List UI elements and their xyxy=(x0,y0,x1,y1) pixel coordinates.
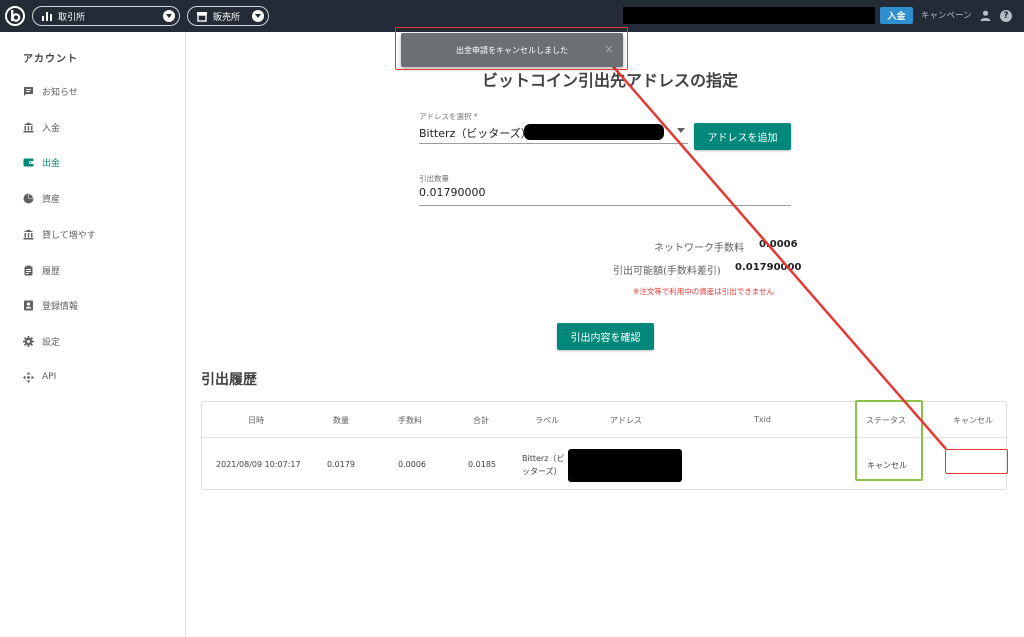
available-amount-label: 引出可能額(手数料差引) xyxy=(613,266,721,277)
annotation-status-highlight xyxy=(855,400,923,481)
chevron-down-icon xyxy=(252,10,264,22)
address-select-underline xyxy=(419,143,688,144)
row-datetime: 2021/08/09 10:07:17 xyxy=(216,460,301,469)
amount-input-underline xyxy=(419,205,791,206)
pie-chart-icon xyxy=(23,193,34,203)
column-header-cancel: キャンセル xyxy=(953,416,993,425)
address-select-label: アドレスを選択 * xyxy=(419,112,478,121)
clipboard-icon xyxy=(24,265,33,275)
sidebar-item-history[interactable]: 履歴 xyxy=(23,262,60,278)
amount-input[interactable]: 0.01790000 xyxy=(419,186,485,199)
sidebar-item-withdraw[interactable]: 出金 xyxy=(23,154,60,170)
row-fee: 0.0006 xyxy=(398,460,426,469)
wallet-icon xyxy=(23,158,34,166)
sidebar-title: アカウント xyxy=(23,54,78,65)
warning-text: ※注文等で利用中の資産は引出できません xyxy=(633,287,775,296)
sidebar-item-label: 登録情報 xyxy=(42,301,79,312)
sidebar-item-settings[interactable]: 設定 xyxy=(23,333,60,349)
redacted-address xyxy=(568,449,682,482)
message-icon xyxy=(24,86,33,96)
column-header-fee: 手数料 xyxy=(398,416,422,425)
sidebar-item-label: 入金 xyxy=(42,123,61,134)
sidebar-item-label: API xyxy=(42,372,57,382)
sidebar-item-notices[interactable]: お知らせ xyxy=(23,83,78,99)
chevron-down-icon xyxy=(163,10,175,22)
user-icon[interactable] xyxy=(980,10,991,21)
confirm-withdraw-button[interactable]: 引出内容を確認 xyxy=(557,323,654,350)
bank-icon xyxy=(23,229,34,239)
move-icon xyxy=(23,371,34,383)
sidebar-item-deposit[interactable]: 入金 xyxy=(23,119,60,135)
help-icon[interactable]: ? xyxy=(1000,10,1012,22)
id-card-icon xyxy=(24,300,33,310)
bar-chart-icon xyxy=(42,12,52,21)
redacted-area xyxy=(623,7,875,24)
column-header-address: アドレス xyxy=(610,416,642,425)
store-dropdown[interactable]: 販売所 xyxy=(187,6,269,26)
amount-label: 引出数量 xyxy=(419,174,449,183)
store-label: 販売所 xyxy=(213,12,241,23)
store-icon xyxy=(197,12,207,22)
deposit-button[interactable]: 入金 xyxy=(880,7,913,24)
sidebar-item-label: 設定 xyxy=(42,337,61,348)
available-amount-value: 0.01790000 xyxy=(735,262,802,273)
bank-icon xyxy=(23,122,34,132)
network-fee-label: ネットワーク手数料 xyxy=(654,243,744,254)
address-select[interactable]: Bitterz（ビッターズ） xyxy=(419,125,532,141)
exchange-dropdown[interactable]: 取引所 xyxy=(32,6,180,26)
sidebar-item-api[interactable]: API xyxy=(23,369,56,385)
column-header-amount: 数量 xyxy=(333,416,349,425)
column-header-txid: Txid xyxy=(754,415,771,424)
gear-icon xyxy=(23,335,34,347)
bitterz-logo-icon[interactable] xyxy=(5,6,25,26)
sidebar: アカウント お知らせ 入金 出金 資産 貸して増やす 履歴 登録情報 設定 AP… xyxy=(0,32,186,637)
sidebar-item-label: 資産 xyxy=(42,194,61,205)
row-label-line2: ッターズ） xyxy=(522,467,562,476)
add-address-button[interactable]: アドレスを追加 xyxy=(694,123,791,150)
campaign-link[interactable]: キャンペーン xyxy=(921,9,972,21)
sidebar-item-profile[interactable]: 登録情報 xyxy=(23,297,78,313)
column-header-label: ラベル xyxy=(535,416,559,425)
row-amount: 0.0179 xyxy=(327,460,355,469)
redacted-address xyxy=(524,124,664,140)
sidebar-item-label: 出金 xyxy=(42,158,61,169)
sidebar-item-label: 履歴 xyxy=(42,266,61,277)
sidebar-item-lending[interactable]: 貸して増やす xyxy=(23,226,96,242)
sidebar-item-label: 貸して増やす xyxy=(42,230,96,241)
column-header-total: 合計 xyxy=(473,416,489,425)
sidebar-item-assets[interactable]: 資産 xyxy=(23,190,60,206)
annotation-toast-highlight xyxy=(395,27,628,70)
network-fee-value: 0.0006 xyxy=(759,239,798,250)
page-title: ビットコイン引出先アドレスの指定 xyxy=(482,71,739,90)
annotation-cancel-highlight xyxy=(945,449,1008,474)
row-total: 0.0185 xyxy=(468,460,496,469)
sidebar-item-label: お知らせ xyxy=(42,87,78,98)
exchange-label: 取引所 xyxy=(58,12,86,23)
row-label-line1: Bitterz（ビ xyxy=(522,454,565,463)
column-header-datetime: 日時 xyxy=(248,416,264,425)
dropdown-arrow-icon[interactable] xyxy=(677,128,685,133)
history-title: 引出履歴 xyxy=(201,372,257,388)
